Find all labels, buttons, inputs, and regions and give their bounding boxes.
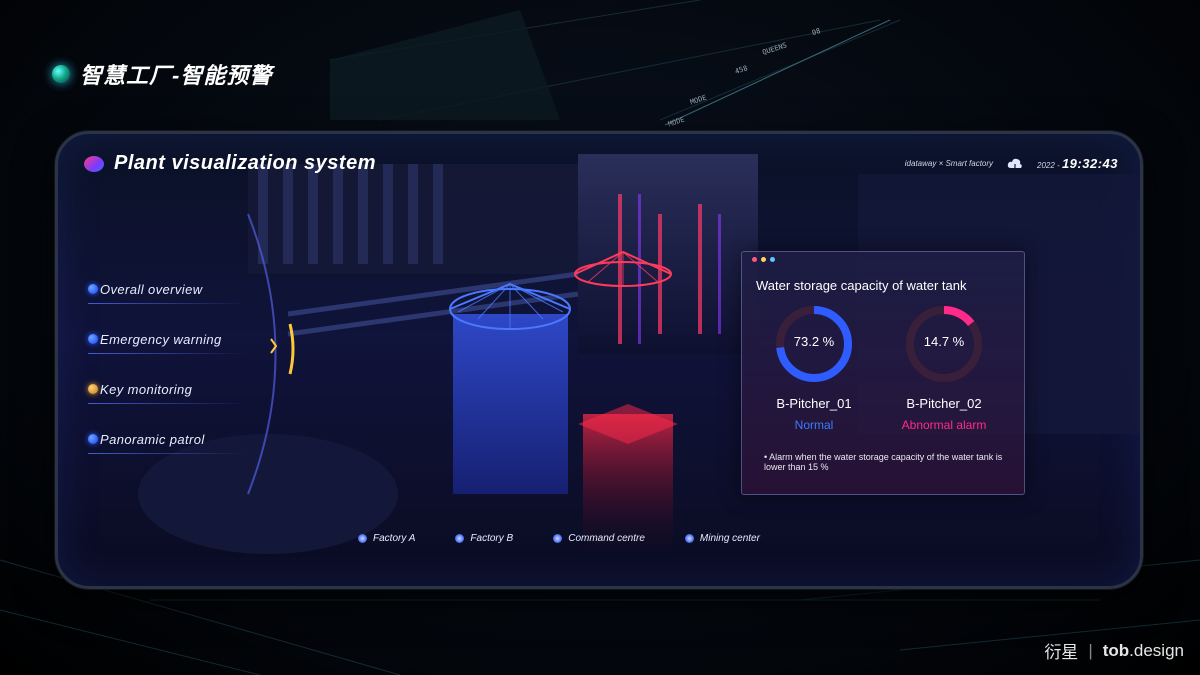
window-dot-icon: [752, 257, 757, 262]
date-text: 2022 -: [1037, 161, 1060, 170]
nav-item-overall-overview[interactable]: Overall overview: [88, 264, 288, 314]
nav-underline: [88, 303, 248, 304]
slide-title-text: 智慧工厂-智能预警: [80, 63, 273, 88]
command-centre-link[interactable]: Command centre: [553, 533, 645, 544]
side-nav: Overall overview Emergency warning Key m…: [88, 264, 288, 464]
orb-icon: [52, 65, 70, 83]
location-pin-icon: [684, 534, 694, 543]
nav-label: Overall overview: [100, 281, 203, 297]
nav-dot-icon: [88, 434, 98, 444]
nav-underline: [88, 353, 248, 354]
factory-label: Mining center: [699, 533, 760, 544]
location-pin-icon: [358, 534, 367, 543]
nav-item-emergency-warning[interactable]: Emergency warning: [88, 314, 288, 364]
device-frame: Plant visualization system idataway × Sm…: [55, 131, 1143, 589]
gauge-value-pitcher-01: 73.2 %: [793, 334, 835, 349]
factory-bar: Factory A Factory B Command centre Minin…: [358, 533, 760, 544]
time-text: 19:32:43: [1061, 156, 1118, 171]
app-header: Plant visualization system: [84, 152, 376, 175]
hud-number-a: 458: [734, 64, 749, 76]
window-dot-icon: [761, 257, 766, 262]
water-tank-panel: Water storage capacity of water tank 73.…: [741, 251, 1025, 495]
gauge-status-pitcher-01: Normal: [794, 418, 834, 432]
nav-underline: [88, 453, 248, 454]
location-pin-icon: [455, 534, 465, 543]
factory-b-link[interactable]: Factory B: [455, 533, 513, 544]
header-right: idataway × Smart factory 2022 - 19:32:43: [905, 156, 1118, 171]
gauge-value-pitcher-02: 14.7 %: [923, 334, 965, 349]
nav-item-key-monitoring[interactable]: Key monitoring: [88, 364, 288, 414]
window-dots: [752, 257, 775, 262]
nav-label: Emergency warning: [100, 331, 222, 347]
factory-label: Factory B: [470, 533, 514, 544]
panel-title: Water storage capacity of water tank: [756, 278, 967, 293]
alarm-note: • Alarm when the water storage capacity …: [764, 452, 1003, 472]
hud-queens: QUEENS: [761, 41, 788, 57]
mining-center-link[interactable]: Mining center: [684, 533, 760, 544]
hud-mode-a: MODE: [689, 93, 708, 107]
footer-tob-design: tob.design: [1103, 641, 1184, 661]
nav-dot-active-icon: [88, 384, 98, 394]
cloud-icon: [1007, 158, 1022, 170]
nav-item-panoramic-patrol[interactable]: Panoramic patrol: [88, 414, 288, 464]
nav-underline: [88, 403, 248, 404]
app-title: Plant visualization system: [114, 152, 376, 174]
gauge-status-pitcher-02: Abnormal alarm: [901, 418, 987, 432]
nav-label: Key monitoring: [100, 381, 193, 397]
location-pin-icon: [553, 534, 563, 543]
gauge-name-pitcher-02: B-Pitcher_02: [906, 396, 982, 411]
footer-design: .design: [1129, 640, 1184, 660]
window-dot-icon: [770, 257, 775, 262]
brand-text: idataway × Smart factory: [904, 159, 994, 168]
factory-a-link[interactable]: Factory A: [358, 533, 415, 544]
slide-title: 智慧工厂-智能预警: [52, 58, 272, 90]
footer-brand: 衍星 | tob.design: [1044, 638, 1184, 663]
nav-dot-icon: [88, 334, 98, 344]
hud-mode-b: MODE: [667, 115, 686, 129]
factory-label: Factory A: [373, 533, 416, 544]
nav-dot-icon: [88, 284, 98, 294]
footer-tob: tob: [1102, 640, 1130, 660]
app-logo-icon: [84, 155, 104, 172]
footer-cn-brand: 衍星: [1044, 643, 1079, 662]
factory-label: Command centre: [568, 533, 645, 544]
hud-number-b: 08: [810, 26, 822, 38]
nav-label: Panoramic patrol: [100, 431, 205, 447]
gauge-name-pitcher-01: B-Pitcher_01: [776, 396, 852, 411]
footer-separator: |: [1088, 640, 1093, 660]
